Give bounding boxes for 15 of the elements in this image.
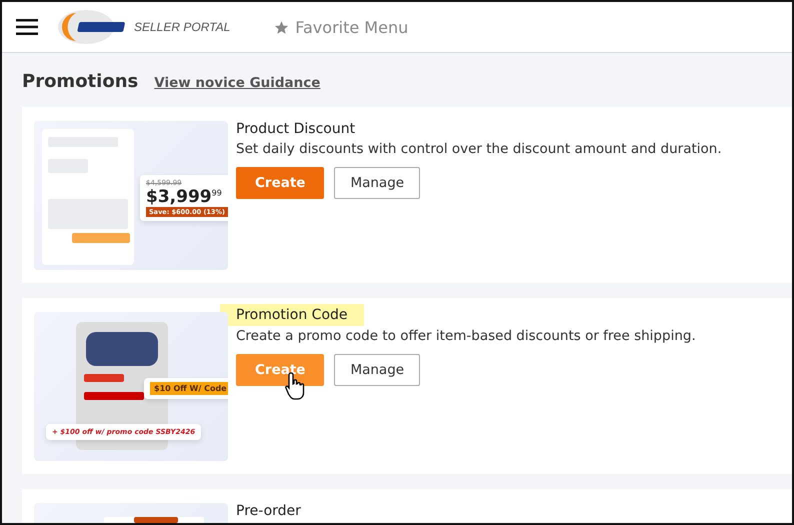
promotion-title: Product Discount: [236, 120, 356, 139]
promotion-description: Create a promo code to offer item-based discounts or free shipping.: [236, 328, 696, 344]
manage-button[interactable]: Manage: [334, 354, 420, 386]
price: $3,999$^{99}$: [146, 187, 223, 207]
page-title: Promotions: [22, 71, 138, 92]
star-icon: [274, 20, 290, 34]
promotion-title: Promotion Code: [220, 304, 364, 326]
logo-text: SELLER PORTAL: [134, 20, 230, 34]
guidance-link[interactable]: View novice Guidance: [154, 75, 320, 91]
promo-tag: $10 Off W/ Code: [150, 382, 228, 395]
menu-icon[interactable]: [16, 19, 38, 35]
promotion-description: Set daily discounts with control over the discount amount and duration.: [236, 141, 722, 157]
manage-button[interactable]: Manage: [334, 167, 420, 199]
promotion-title: Pre-order: [236, 502, 301, 521]
favorite-menu-label[interactable]: Favorite Menu: [295, 18, 408, 36]
